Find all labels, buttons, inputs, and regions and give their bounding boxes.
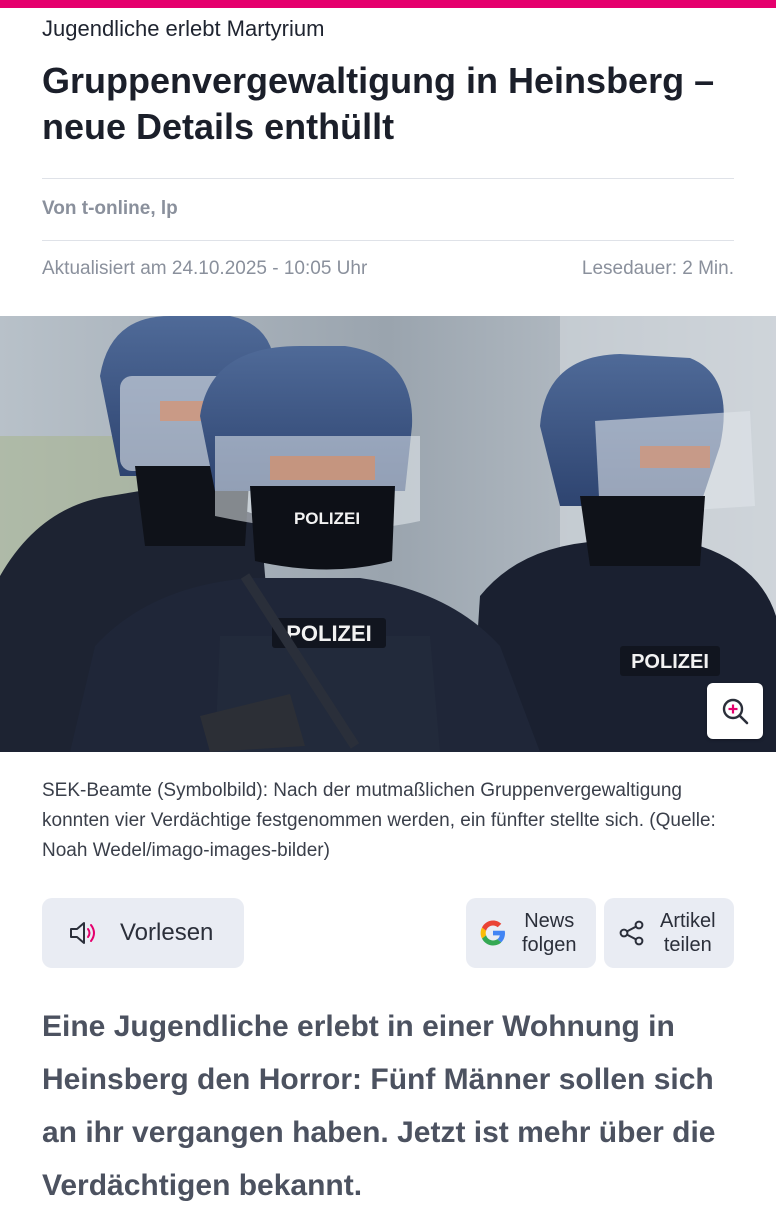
article-kicker: Jugendliche erlebt Martyrium [42,16,325,41]
zoom-button[interactable] [707,683,763,739]
reading-time: Lesedauer: 2 Min. [581,258,734,279]
speaker-icon [70,922,95,944]
share-icon [619,920,644,946]
mask-label: POLIZEI [294,509,360,528]
brand-top-bar [0,0,776,8]
article-image[interactable]: POLIZEI POLIZEI POLIZEI [0,316,776,752]
divider [42,178,734,179]
updated-timestamp: Aktualisiert am 24.10.2025 - 10:05 Uhr [42,258,368,279]
read-aloud-label: Vorlesen [120,919,214,946]
google-news-follow-button[interactable]: News folgen [466,898,596,968]
news-follow-label: News folgen [522,910,577,956]
divider [42,240,734,241]
zoom-in-icon [722,698,749,725]
center-vest-label: POLIZEI [286,621,372,646]
google-icon [480,920,505,946]
read-aloud-button[interactable]: Vorlesen [42,898,244,968]
right-vest-label: POLIZEI [631,651,709,673]
police-officers-photo: POLIZEI POLIZEI POLIZEI [0,316,776,752]
article-author[interactable]: Von t-online, lp [42,198,734,220]
article-meta: Aktualisiert am 24.10.2025 - 10:05 Uhr L… [42,258,734,280]
share-article-button[interactable]: Artikel teilen [604,898,734,968]
article-headline: Gruppenvergewaltigung in Heinsberg – neu… [42,60,715,147]
image-caption: SEK-Beamte (Symbolbild): Nach der mutmaß… [42,780,716,861]
share-label: Artikel teilen [660,910,716,956]
article-lead: Eine Jugendliche erlebt in einer Wohnung… [42,1010,716,1202]
